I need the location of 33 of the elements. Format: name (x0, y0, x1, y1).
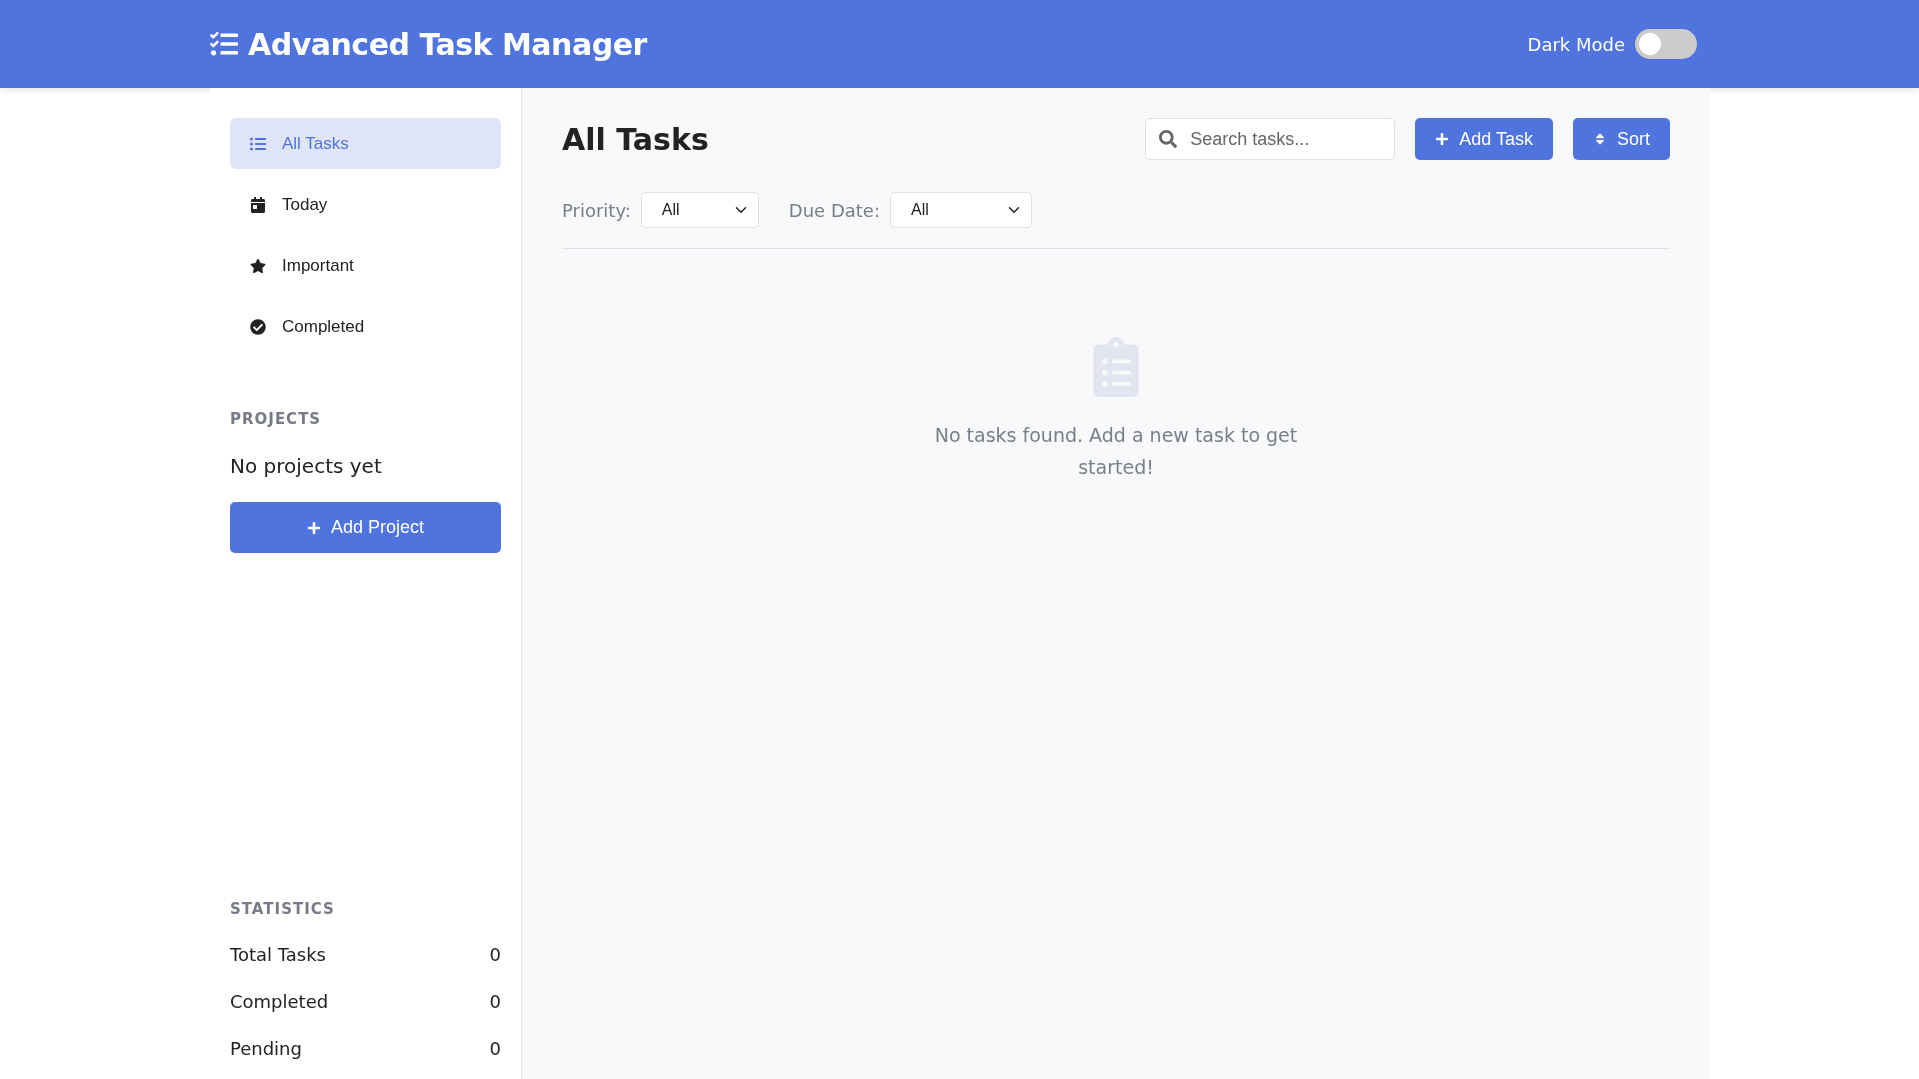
stat-value: 0 (489, 991, 501, 1012)
plus-icon (306, 520, 321, 535)
filter-label: Due Date: (788, 199, 880, 221)
add-project-button[interactable]: Add Project (230, 502, 501, 553)
checklist-icon (210, 30, 238, 58)
filter-label: Priority: (562, 199, 631, 221)
sidebar-nav-item[interactable]: All Tasks (230, 118, 501, 169)
filter-select[interactable]: All (640, 192, 759, 228)
app-title: Advanced Task Manager (248, 26, 647, 62)
statistics-heading: STATISTICS (230, 900, 336, 918)
dark-mode-toggle[interactable] (1635, 29, 1697, 59)
list-icon (250, 135, 266, 152)
search-field[interactable]: Search tasks... (1145, 118, 1396, 160)
no-projects-text: No projects yet (230, 454, 383, 478)
projects-heading: PROJECTS (230, 410, 323, 428)
sidebar-nav-item[interactable]: Completed (230, 301, 501, 352)
stat-label: Total Tasks (230, 944, 326, 965)
star-icon (250, 257, 266, 274)
sort-icon (1593, 132, 1607, 146)
calendar-icon (250, 196, 266, 213)
stat-value: 0 (489, 944, 501, 965)
page-title: All Tasks (562, 121, 710, 157)
plus-icon (1435, 132, 1450, 146)
dark-mode-label: Dark Mode (1527, 33, 1625, 55)
empty-state-message: No tasks found. Add a new task to get started! (933, 423, 1299, 480)
sidebar-nav-item[interactable]: Today (230, 179, 501, 230)
stat-label: Pending (230, 1038, 302, 1059)
add-task-button[interactable]: Add Task (1415, 118, 1553, 160)
stat-value: 0 (489, 1038, 501, 1059)
sidebar-nav-item[interactable]: Important (230, 240, 501, 291)
stat-label: Completed (230, 991, 329, 1012)
sort-button[interactable]: Sort (1573, 118, 1670, 160)
filter-select[interactable]: All (890, 192, 1032, 228)
